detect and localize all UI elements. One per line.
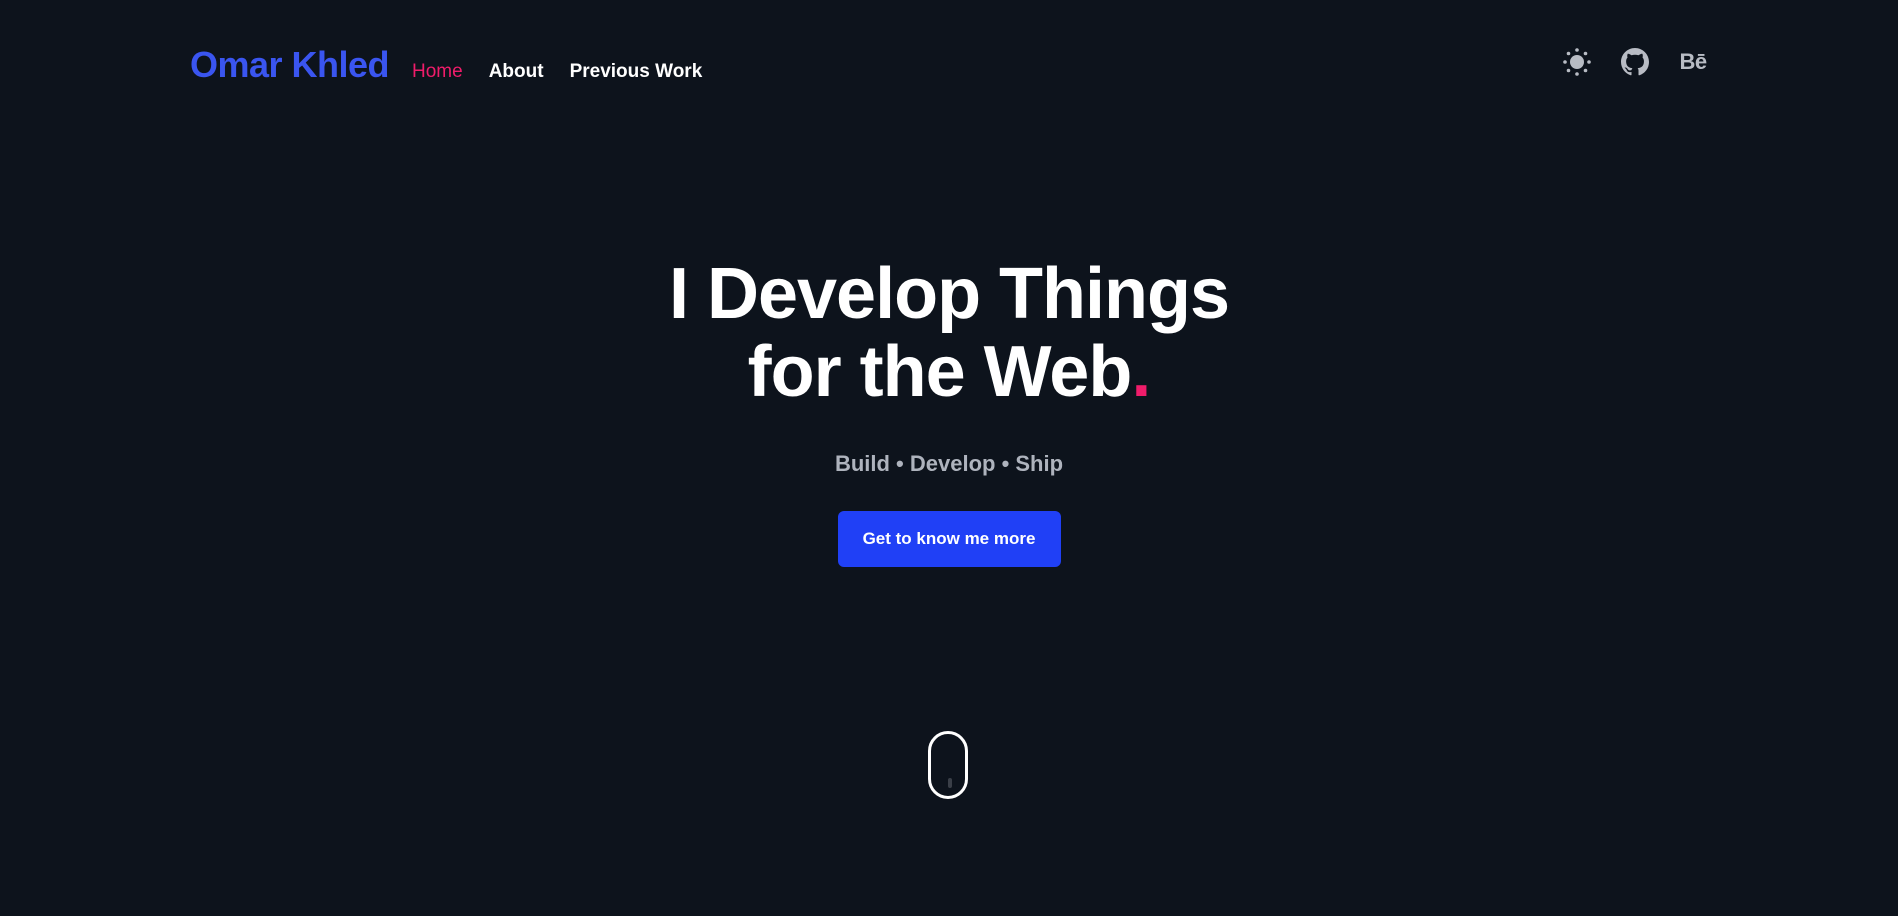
page: Omar Khled Home About Previous Work Bē I… bbox=[0, 0, 1898, 916]
behance-icon[interactable]: Bē bbox=[1678, 47, 1708, 77]
hero-headline: I Develop Things for the Web. bbox=[0, 255, 1898, 411]
hero-tagline: Build • Develop • Ship bbox=[834, 451, 1064, 476]
headline-line-2: for the Web bbox=[747, 332, 1133, 412]
nav-link-home[interactable]: Home bbox=[412, 61, 463, 83]
headline-accent-dot: . bbox=[1131, 332, 1151, 412]
main-nav: Home About Previous Work bbox=[412, 61, 702, 83]
brand-logo[interactable]: Omar Khled bbox=[190, 44, 390, 86]
headline-line-1: I Develop Things bbox=[668, 254, 1230, 334]
nav-link-about[interactable]: About bbox=[489, 61, 544, 83]
hero-section: I Develop Things for the Web. Build • De… bbox=[0, 255, 1898, 567]
nav-link-previous-work[interactable]: Previous Work bbox=[570, 61, 703, 83]
site-header: Omar Khled Home About Previous Work Bē bbox=[0, 0, 1898, 130]
header-icons: Bē bbox=[1562, 47, 1708, 77]
mouse-scroll-icon[interactable] bbox=[928, 731, 968, 799]
github-icon[interactable] bbox=[1620, 47, 1650, 77]
sun-icon[interactable] bbox=[1562, 47, 1592, 77]
mouse-wheel bbox=[948, 778, 952, 788]
get-to-know-me-button[interactable]: Get to know me more bbox=[837, 511, 1061, 567]
